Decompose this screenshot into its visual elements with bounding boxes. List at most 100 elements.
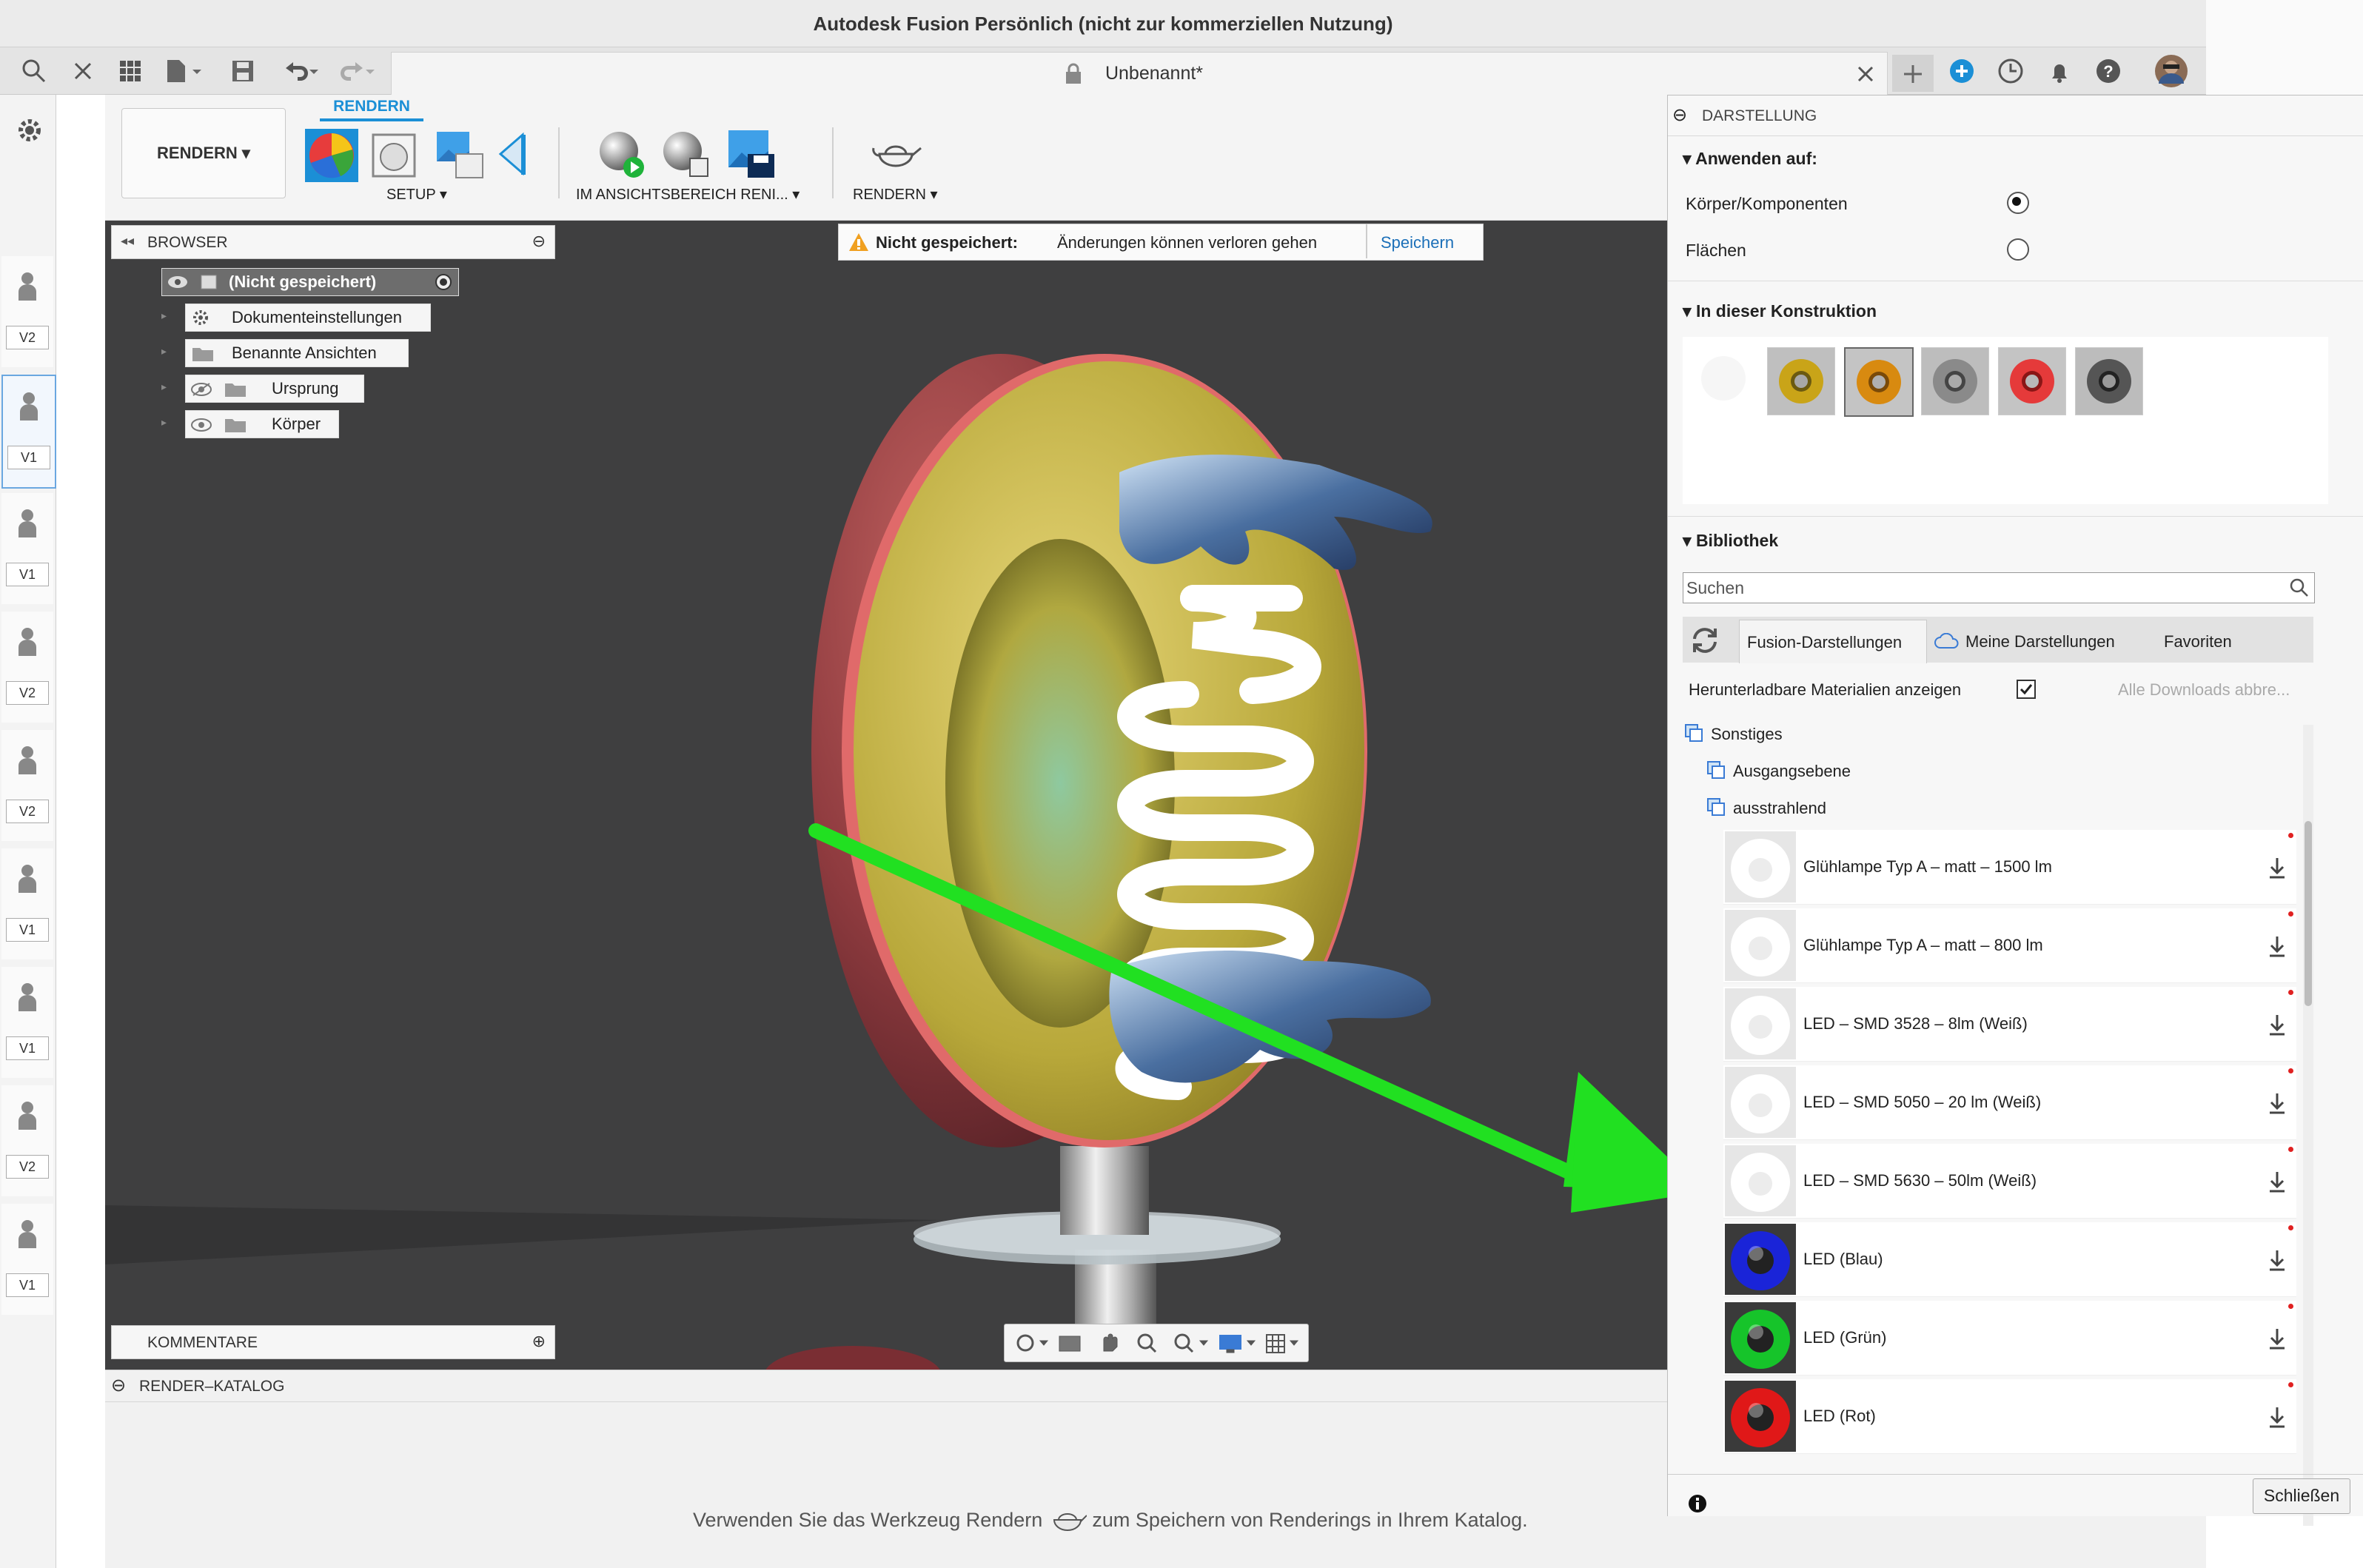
- download-icon[interactable]: [2267, 852, 2287, 882]
- version-row[interactable]: V1: [1, 1204, 53, 1315]
- redo-icon[interactable]: [333, 56, 378, 86]
- library-item[interactable]: LED – SMD 3528 – 8lm (Weiß): [1723, 987, 2296, 1062]
- save-link[interactable]: Speichern: [1381, 233, 1454, 252]
- setup-group-label[interactable]: SETUP ▾: [386, 185, 447, 204]
- teapot-render-icon[interactable]: [871, 133, 922, 178]
- swatch-orange-gold[interactable]: [1844, 347, 1914, 417]
- browser-root-node[interactable]: (Nicht gespeichert): [161, 268, 459, 296]
- add-comment-icon[interactable]: ⊕: [532, 1332, 546, 1351]
- downloadable-checkbox[interactable]: [2016, 679, 2037, 700]
- library-item[interactable]: LED – SMD 5630 – 50lm (Weiß): [1723, 1144, 2296, 1219]
- expand-arrow-icon[interactable]: ▸: [161, 381, 167, 393]
- undo-icon[interactable]: [278, 56, 323, 86]
- version-badge[interactable]: V1: [7, 446, 50, 469]
- expand-arrow-icon[interactable]: ▸: [161, 309, 167, 322]
- version-row[interactable]: V2: [1, 1085, 53, 1196]
- download-icon[interactable]: [2267, 1401, 2287, 1431]
- tree-child-ausgangsebene[interactable]: Ausgangsebene: [1733, 762, 1851, 781]
- swatch-gold[interactable]: [1767, 347, 1835, 415]
- apply-faces-radio[interactable]: [2007, 238, 2029, 261]
- library-item[interactable]: Glühlampe Typ A – matt – 800 lm: [1723, 908, 2296, 983]
- visibility-eye-icon[interactable]: [167, 275, 189, 289]
- help-icon[interactable]: ?: [2094, 56, 2123, 86]
- version-row[interactable]: V1: [1, 375, 56, 489]
- version-row[interactable]: V2: [1, 256, 53, 367]
- download-icon[interactable]: [2267, 1244, 2287, 1274]
- browser-panel-header[interactable]: ◂◂ BROWSER ⊖: [111, 225, 555, 259]
- version-row[interactable]: V1: [1, 967, 53, 1078]
- info-icon[interactable]: [1687, 1493, 1708, 1514]
- version-badge[interactable]: V1: [6, 1273, 49, 1297]
- browser-node[interactable]: Körper: [185, 410, 339, 438]
- capture-image-icon[interactable]: [725, 127, 777, 181]
- version-badge[interactable]: V2: [6, 800, 49, 823]
- version-row[interactable]: V2: [1, 612, 53, 723]
- hidden-eye-icon[interactable]: [190, 382, 212, 397]
- in-canvas-settings-icon[interactable]: [660, 129, 712, 181]
- swatch-white-emissive[interactable]: [1690, 347, 1757, 414]
- document-tab[interactable]: Unbenannt*: [391, 52, 1888, 96]
- extensions-icon[interactable]: [1947, 56, 1977, 86]
- collapse-browser-icon[interactable]: ◂◂: [121, 233, 134, 249]
- swatch-chrome[interactable]: [1921, 347, 1989, 415]
- dialog-header[interactable]: ⊖ DARSTELLUNG: [1668, 96, 2363, 136]
- new-tab-button[interactable]: [1892, 55, 1934, 92]
- tab-rendern[interactable]: RENDERN: [320, 98, 423, 121]
- download-icon[interactable]: [2267, 931, 2287, 960]
- dialog-collapse-icon[interactable]: ⊖: [1672, 104, 1687, 126]
- version-row[interactable]: V2: [1, 730, 53, 841]
- in-canvas-render-icon[interactable]: [597, 129, 648, 181]
- library-item[interactable]: LED (Rot): [1723, 1379, 2296, 1454]
- browser-node[interactable]: Benannte Ansichten: [185, 339, 409, 367]
- close-button[interactable]: Schließen: [2253, 1478, 2350, 1514]
- visibility-eye-icon[interactable]: [190, 418, 212, 432]
- version-row[interactable]: V1: [1, 493, 53, 604]
- browser-pin-icon[interactable]: ⊖: [532, 232, 546, 251]
- library-search-input[interactable]: Suchen: [1683, 572, 2315, 603]
- library-item[interactable]: LED (Blau): [1723, 1222, 2296, 1297]
- render-catalog-header[interactable]: ⊖ RENDER–KATALOG: [105, 1370, 1667, 1402]
- apply-section-header[interactable]: ▾ Anwenden auf:: [1683, 149, 1817, 169]
- swatch-dark-metal[interactable]: [2075, 347, 2143, 415]
- close-icon[interactable]: [68, 56, 98, 86]
- version-badge[interactable]: V2: [6, 1155, 49, 1179]
- tree-child-ausstrahlend[interactable]: ausstrahlend: [1733, 799, 1826, 818]
- cancel-downloads-link[interactable]: Alle Downloads abbre...: [2118, 680, 2290, 700]
- notifications-icon[interactable]: [2045, 56, 2074, 86]
- settings-icon[interactable]: [16, 117, 43, 144]
- library-section-header[interactable]: ▾ Bibliothek: [1683, 531, 1778, 551]
- appearance-icon[interactable]: [304, 127, 360, 184]
- texture-map-icon[interactable]: [434, 129, 486, 181]
- library-item[interactable]: LED (Grün): [1723, 1301, 2296, 1376]
- version-badge[interactable]: V1: [6, 563, 49, 586]
- tab-my-appearances[interactable]: Meine Darstellungen: [1965, 632, 2115, 651]
- save-icon[interactable]: [228, 56, 258, 86]
- library-item[interactable]: Glühlampe Typ A – matt – 1500 lm: [1723, 830, 2296, 905]
- download-icon[interactable]: [2267, 1323, 2287, 1353]
- job-status-icon[interactable]: [1996, 56, 2025, 86]
- scrollbar-thumb[interactable]: [2305, 821, 2312, 1006]
- design-section-header[interactable]: ▾ In dieser Konstruktion: [1683, 301, 1877, 321]
- version-badge[interactable]: V2: [6, 681, 49, 705]
- user-avatar[interactable]: [2154, 54, 2188, 88]
- version-row[interactable]: V1: [1, 848, 53, 959]
- refresh-icon[interactable]: [1689, 624, 1721, 657]
- decal-icon[interactable]: [493, 129, 534, 181]
- search-icon[interactable]: [2289, 577, 2310, 598]
- comments-panel-header[interactable]: KOMMENTARE ⊕: [111, 1325, 555, 1359]
- tree-root-sonstiges[interactable]: Sonstiges: [1711, 725, 1783, 744]
- apps-grid-icon[interactable]: [115, 56, 145, 86]
- download-icon[interactable]: [2267, 1009, 2287, 1039]
- canvas-viewport[interactable]: ◂◂ BROWSER ⊖ (Nicht gespeichert) ▸ Dokume…: [105, 221, 1667, 1370]
- workspace-switcher[interactable]: RENDERN ▾: [121, 108, 286, 198]
- browser-node[interactable]: Dokumenteinstellungen: [185, 304, 431, 332]
- nav-tools-icons[interactable]: [1010, 1330, 1307, 1356]
- apply-bodies-radio[interactable]: [2007, 192, 2029, 214]
- activate-radio-icon[interactable]: [435, 273, 452, 291]
- scene-settings-icon[interactable]: [370, 132, 418, 179]
- library-scrollbar[interactable]: [2303, 725, 2313, 1526]
- version-badge[interactable]: V1: [6, 918, 49, 942]
- browser-node[interactable]: Ursprung: [185, 375, 364, 403]
- library-item[interactable]: LED – SMD 5050 – 20 lm (Weiß): [1723, 1065, 2296, 1140]
- download-icon[interactable]: [2267, 1166, 2287, 1196]
